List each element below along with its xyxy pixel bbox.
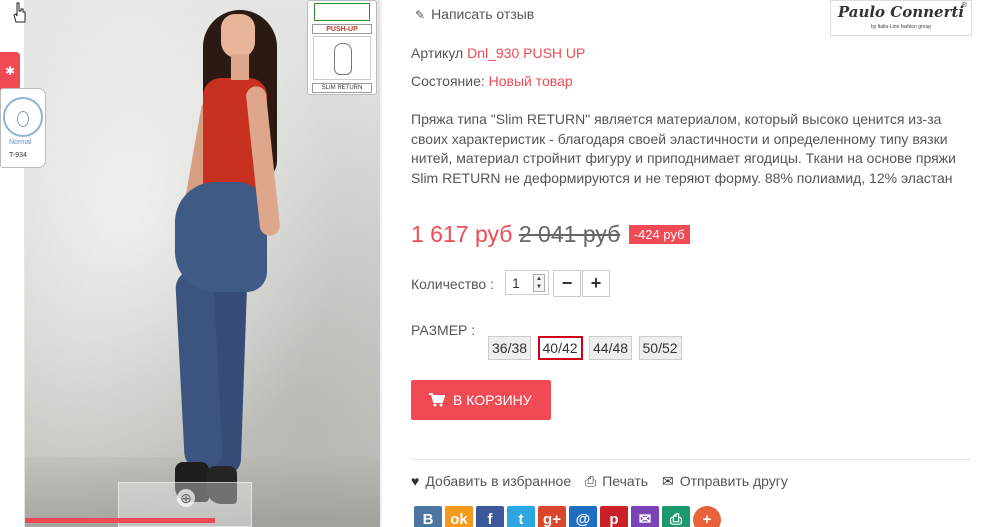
brand-subtitle: by Italia-Line fashion group: [870, 24, 932, 30]
hand-cursor-icon: [13, 2, 26, 23]
fit-badge-model: T-934: [9, 152, 27, 159]
email-icon[interactable]: ✉: [631, 506, 659, 527]
condition-label: Состояние:: [411, 73, 485, 89]
fit-circle-icon: [3, 97, 43, 137]
divider: [411, 459, 971, 460]
printer-icon: ⎙: [585, 473, 597, 489]
model-face: [221, 14, 255, 58]
article-value: Dnl_930 PUSH UP: [467, 45, 586, 61]
quantity-decrease-button[interactable]: −: [553, 270, 581, 297]
brand-logo[interactable]: Paulo Connerti by Italia-Line fashion gr…: [830, 0, 972, 36]
model-jeans: [175, 182, 267, 292]
add-to-cart-label: В КОРЗИНУ: [453, 392, 532, 408]
send-to-friend-link[interactable]: ✉ Отправить другу: [662, 473, 788, 489]
zoom-icon[interactable]: ⊕: [177, 489, 195, 507]
brand-registered-mark: ®: [961, 2, 967, 9]
vk-icon[interactable]: В: [414, 506, 442, 527]
product-actions: ♥ Добавить в избранное ⎙ Печать ✉ Отправить…: [411, 473, 798, 490]
write-review-label: Написать отзыв: [431, 6, 535, 22]
label-slim-return: SLIM RETURN: [312, 83, 372, 93]
size-options: 36/38 40/42 44/48 50/52: [488, 336, 684, 360]
googleplus-icon[interactable]: g+: [538, 506, 566, 527]
social-share-bar: Вok f t g+ @ p ✉ ⎙ +: [414, 506, 724, 527]
mail-icon[interactable]: @: [569, 506, 597, 527]
discount-badge: -424 руб: [628, 225, 690, 244]
asterisk-icon: ✱: [4, 64, 16, 78]
print-label: Печать: [602, 473, 649, 489]
side-tab-button[interactable]: ✱: [0, 52, 20, 90]
facebook-icon[interactable]: f: [476, 506, 504, 527]
size-option[interactable]: 44/48: [589, 336, 633, 360]
fit-badge: Normal T-934: [0, 88, 46, 168]
odnoklassniki-icon[interactable]: ok: [445, 506, 473, 527]
quantity-increase-button[interactable]: +: [582, 270, 610, 297]
envelope-icon: ✉: [661, 473, 674, 489]
price-row: 1 617 руб 2 041 руб -424 руб: [411, 221, 690, 247]
old-price: 2 041 руб: [518, 221, 621, 247]
twitter-icon[interactable]: t: [507, 506, 535, 527]
product-label-card: PUSH-UP SLIM RETURN: [307, 0, 377, 95]
condition-row: Состояние: Новый товар: [411, 73, 573, 89]
more-icon[interactable]: +: [693, 506, 721, 527]
add-to-cart-button[interactable]: В КОРЗИНУ: [411, 380, 551, 420]
print-icon[interactable]: ⎙: [662, 506, 690, 527]
fit-badge-label: Normal: [9, 139, 32, 146]
write-review-link[interactable]: ✎ Написать отзыв: [415, 6, 534, 22]
product-image-area: PUSH-UP SLIM RETURN ⊕: [0, 0, 382, 527]
quantity-value: 1: [512, 275, 520, 291]
label-shape-icon: [313, 36, 371, 80]
size-option[interactable]: 50/52: [638, 336, 682, 360]
size-label: РАЗМЕР :: [411, 322, 476, 338]
product-description: Пряжа типа "Slim RETURN" является матери…: [411, 111, 956, 186]
pinterest-icon[interactable]: p: [600, 506, 628, 527]
current-price: 1 617 руб: [411, 221, 513, 247]
print-link[interactable]: ⎙ Печать: [585, 473, 648, 489]
condition-value: Новый товар: [488, 73, 573, 89]
label-push-up: PUSH-UP: [312, 24, 372, 34]
model-neck: [231, 54, 249, 80]
size-option-selected[interactable]: 40/42: [537, 336, 583, 360]
image-divider: [380, 0, 382, 527]
add-to-favorites-label: Добавить в избранное: [425, 473, 572, 489]
image-progress-bar: [25, 518, 215, 523]
quantity-label: Количество :: [411, 276, 494, 292]
size-option[interactable]: 36/38: [488, 336, 532, 360]
label-certificate: [314, 3, 370, 21]
brand-name: Paulo Connerti: [837, 3, 965, 21]
pencil-icon: ✎: [415, 8, 426, 22]
add-to-favorites-link[interactable]: ♥ Добавить в избранное: [411, 473, 571, 489]
send-to-friend-label: Отправить другу: [679, 473, 788, 489]
quantity-input[interactable]: 1 ▲ ▼: [505, 270, 549, 295]
article-row: Артикул Dnl_930 PUSH UP: [411, 45, 585, 61]
quantity-spinner-icon[interactable]: ▲ ▼: [533, 274, 545, 292]
cart-icon: [429, 393, 445, 407]
article-label: Артикул: [411, 45, 464, 61]
heart-icon: ♥: [411, 473, 420, 489]
